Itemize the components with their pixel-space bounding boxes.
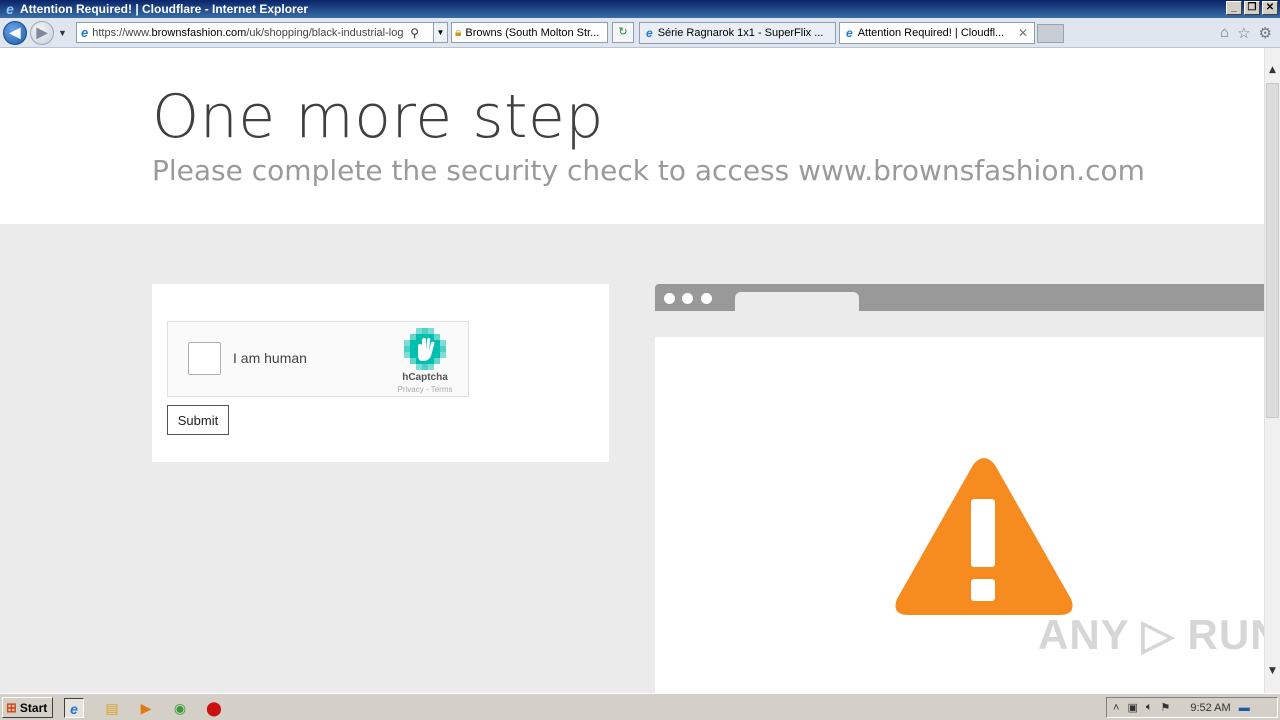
minimize-button[interactable]: _ (1226, 1, 1242, 15)
illustration-dot (701, 293, 712, 304)
page-title: One more step (152, 82, 605, 152)
gear-icon[interactable]: ⚙ (1259, 24, 1272, 42)
anyrun-watermark: ANY ▷ RUN (1038, 611, 1264, 658)
history-dropdown[interactable]: ▼ (58, 28, 67, 38)
network-icon[interactable]: ▣ (1127, 701, 1137, 714)
arrow-right-icon: ▶ (36, 24, 48, 40)
url-path: /uk/shopping/black-industrial-log (246, 26, 404, 39)
taskbar-chrome-icon[interactable]: ◉ (170, 698, 190, 718)
refresh-icon: ↻ (618, 26, 628, 38)
arrow-left-icon: ◀ (9, 24, 21, 40)
window-controls: _ ❐ ✕ (1226, 1, 1278, 15)
clock: 9:52 AM (1190, 701, 1231, 714)
system-tray: ˄ ▣ 🔈︎ ⚑ 9:52 AM ▬ (1106, 697, 1278, 718)
tab-label: Attention Required! | Cloudfl... (857, 27, 1005, 39)
page-subtitle: Please complete the security check to ac… (152, 154, 1145, 187)
address-bar[interactable]: e https://www.brownsfashion.com/uk/shopp… (76, 22, 448, 43)
taskbar-internet-explorer-icon[interactable]: e (64, 698, 84, 718)
scroll-up-arrow-icon[interactable]: ▲ (1265, 62, 1280, 78)
scroll-down-arrow-icon[interactable]: ▼ (1265, 663, 1280, 679)
internet-explorer-icon: e (6, 1, 14, 17)
windows-logo-icon: ⊞ (6, 699, 17, 715)
tray-expand-icon[interactable]: ˄ (1113, 702, 1119, 714)
page-viewport: One more step Please complete the securi… (0, 48, 1264, 693)
tab-superflix[interactable]: e Série Ragnarok 1x1 - SuperFlix ... (639, 22, 836, 44)
tab-label: Série Ragnarok 1x1 - SuperFlix ... (657, 27, 824, 39)
address-dropdown-button[interactable]: ▼ (433, 23, 447, 42)
window-title: Attention Required! | Cloudflare - Inter… (20, 2, 309, 16)
volume-icon[interactable]: 🔈︎ (1146, 701, 1153, 714)
security-report[interactable]: 🔒︎ Browns (South Molton Str... (451, 22, 608, 43)
captcha-privacy-terms-links[interactable]: Privacy - Terms (386, 385, 464, 394)
illustration-toolbar (655, 311, 1264, 337)
favorites-star-icon[interactable]: ☆ (1237, 24, 1250, 42)
url-text[interactable]: https://www.brownsfashion.com/uk/shoppin… (92, 27, 408, 39)
captcha-label: I am human (233, 350, 307, 366)
forward-button[interactable]: ▶ (30, 20, 54, 45)
taskbar-opera-icon[interactable]: ⬤ (204, 698, 224, 718)
navigation-bar: ◀ ▶ ▼ e https://www.brownsfashion.com/uk… (0, 18, 1280, 48)
window-titlebar: e Attention Required! | Cloudflare - Int… (0, 0, 1280, 18)
warning-icon (895, 458, 1073, 615)
page-favicon-icon: e (81, 25, 89, 40)
hcaptcha-logo-icon (404, 328, 446, 370)
submit-button[interactable]: Submit (167, 405, 229, 435)
taskbar-explorer-folder-icon[interactable]: ▤ (102, 698, 122, 718)
hcaptcha-widget: I am human hCaptcha Privacy - Terms (167, 321, 469, 397)
search-icon[interactable]: ⚲ (410, 26, 419, 40)
tab-favicon-icon: e (646, 26, 653, 40)
restore-button[interactable]: ❐ (1244, 1, 1260, 15)
security-label: Browns (South Molton Str... (465, 26, 600, 39)
tab-close-icon[interactable]: ✕ (1018, 26, 1028, 40)
illustration-tab (735, 292, 859, 311)
page-header: One more step Please complete the securi… (0, 48, 1264, 224)
hcaptcha-brand: hCaptcha (402, 372, 448, 383)
start-label: Start (19, 700, 48, 715)
url-host: brownsfashion.com (151, 26, 247, 39)
browser-tools: ⌂ ☆ ⚙ (1220, 24, 1272, 42)
new-tab-button[interactable] (1037, 24, 1064, 43)
taskbar: ⊞ Start e ▤ ▶ ◉ ⬤ ˄ ▣ 🔈︎ ⚑ 9:52 AM ▬ (0, 693, 1280, 720)
tab-attention-required[interactable]: e Attention Required! | Cloudfl... ✕ (839, 22, 1035, 44)
refresh-button[interactable]: ↻ (612, 22, 634, 43)
vertical-scrollbar[interactable]: ▲ ▼ (1264, 48, 1280, 693)
taskbar-media-player-icon[interactable]: ▶ (136, 698, 156, 718)
url-prefix: https://www. (92, 26, 152, 39)
illustration-browser-chrome (655, 284, 1264, 311)
close-button[interactable]: ✕ (1262, 1, 1278, 15)
start-button[interactable]: ⊞ Start (2, 697, 53, 718)
show-desktop-icon[interactable]: ▬ (1239, 702, 1250, 714)
illustration-dot (682, 293, 693, 304)
back-button[interactable]: ◀ (3, 20, 27, 45)
captcha-card: I am human hCaptcha Privacy - Terms Subm… (152, 284, 609, 462)
illustration-dot (664, 293, 675, 304)
scroll-thumb[interactable] (1266, 83, 1279, 418)
flag-icon[interactable]: ⚑ (1160, 701, 1170, 714)
tab-favicon-icon: e (846, 26, 853, 40)
human-checkbox[interactable] (188, 342, 221, 375)
home-icon[interactable]: ⌂ (1220, 24, 1229, 42)
lock-icon: 🔒︎ (455, 25, 462, 39)
